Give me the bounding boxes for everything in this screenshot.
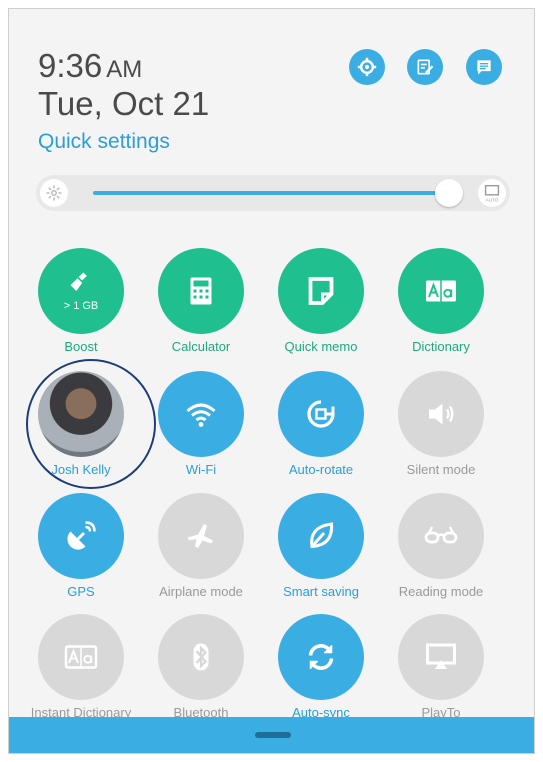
brightness-thumb[interactable]: [435, 179, 463, 207]
reading-mode-toggle[interactable]: [398, 493, 484, 579]
settings-button[interactable]: [349, 49, 385, 85]
tile-reading-mode[interactable]: Reading mode: [381, 493, 501, 603]
glasses-icon: [424, 526, 458, 544]
gps-icon: [67, 521, 96, 550]
boost-memory: > 1 GB: [63, 300, 99, 312]
speaker-icon: [429, 403, 454, 425]
bluetooth-toggle[interactable]: [158, 614, 244, 700]
tile-quick-memo[interactable]: Quick memo: [261, 248, 381, 358]
auto-brightness-button[interactable]: AUTO: [478, 179, 506, 207]
clock-time: 9:36 AM: [38, 47, 142, 85]
leaf-icon: [310, 522, 334, 549]
wifi-toggle[interactable]: [158, 371, 244, 457]
brightness-track: [93, 191, 445, 195]
tile-label: Quick memo: [284, 339, 358, 354]
broom-icon: [70, 272, 87, 291]
dictionary-icon: [64, 645, 98, 669]
playto-toggle[interactable]: [398, 614, 484, 700]
tile-calculator[interactable]: Calculator: [141, 248, 261, 358]
auto-label: AUTO: [486, 197, 499, 202]
brightness-slider[interactable]: AUTO: [36, 175, 510, 211]
profile-container: [26, 359, 156, 489]
tile-label: Calculator: [171, 339, 231, 354]
quick-settings-panel: 9:36 AM Tue, Oct 21 Quick settings AUTO …: [8, 8, 535, 754]
tile-wifi[interactable]: Wi-Fi: [141, 371, 261, 481]
airplane-mode-toggle[interactable]: [158, 493, 244, 579]
profile-ring: [26, 359, 156, 489]
playto-icon: [426, 643, 456, 669]
wifi-icon: [186, 403, 216, 427]
tile-silent-mode[interactable]: Silent mode: [381, 371, 501, 481]
calculator-icon: [190, 277, 212, 305]
page-title: Quick settings: [38, 130, 170, 153]
tile-label: Silent mode: [406, 462, 476, 477]
instant-dictionary-toggle[interactable]: [38, 614, 124, 700]
tile-label: Dictionary: [412, 339, 470, 354]
dictionary-icon: [426, 280, 456, 302]
tile-label: Boost: [64, 339, 98, 354]
settings-icon: [357, 57, 377, 77]
smart-saving-toggle[interactable]: [278, 493, 364, 579]
calculator-button[interactable]: [158, 248, 244, 334]
auto-sync-toggle[interactable]: [278, 614, 364, 700]
airplane-icon: [187, 524, 213, 548]
tile-dictionary[interactable]: Dictionary: [381, 248, 501, 358]
tile-gps[interactable]: GPS: [21, 493, 141, 603]
chat-button[interactable]: [466, 49, 502, 85]
tile-label: Auto-rotate: [288, 462, 354, 477]
memo-icon: [308, 277, 334, 305]
dictionary-button[interactable]: [398, 248, 484, 334]
tile-instant-dictionary[interactable]: Instant Dictionary: [21, 614, 141, 724]
tile-label: Reading mode: [398, 584, 484, 599]
tile-label: Airplane mode: [159, 584, 243, 599]
silent-mode-toggle[interactable]: [398, 371, 484, 457]
tile-profile[interactable]: Josh Kelly: [21, 359, 156, 489]
tile-label: GPS: [67, 584, 95, 599]
boost-button[interactable]: > 1 GB: [38, 248, 124, 334]
rotate-icon: [307, 400, 335, 428]
bluetooth-icon: [193, 643, 209, 671]
tile-auto-sync[interactable]: Auto-sync: [261, 614, 381, 724]
drag-handle[interactable]: [255, 732, 291, 738]
bottom-bar: [9, 717, 534, 753]
brightness-low-icon: [40, 179, 68, 207]
auto-brightness-icon: AUTO: [484, 184, 500, 202]
gps-toggle[interactable]: [38, 493, 124, 579]
tile-airplane-mode[interactable]: Airplane mode: [141, 493, 261, 603]
edit-button[interactable]: [407, 49, 443, 85]
tile-label: Smart saving: [283, 584, 359, 599]
auto-rotate-toggle[interactable]: [278, 371, 364, 457]
tile-label: Wi-Fi: [185, 462, 217, 477]
clock-date: Tue, Oct 21: [38, 85, 210, 122]
tile-boost[interactable]: > 1 GB Boost: [21, 248, 141, 358]
clock-hour-minute: 9:36: [38, 47, 103, 84]
tile-playto[interactable]: PlayTo: [381, 614, 501, 724]
quick-memo-button[interactable]: [278, 248, 364, 334]
clock-ampm: AM: [106, 56, 143, 83]
chat-icon: [477, 60, 491, 75]
tile-auto-rotate[interactable]: Auto-rotate: [261, 371, 381, 481]
tile-bluetooth[interactable]: Bluetooth: [141, 614, 261, 724]
sync-icon: [308, 644, 334, 670]
edit-icon: [417, 59, 434, 75]
tile-smart-saving[interactable]: Smart saving: [261, 493, 381, 603]
